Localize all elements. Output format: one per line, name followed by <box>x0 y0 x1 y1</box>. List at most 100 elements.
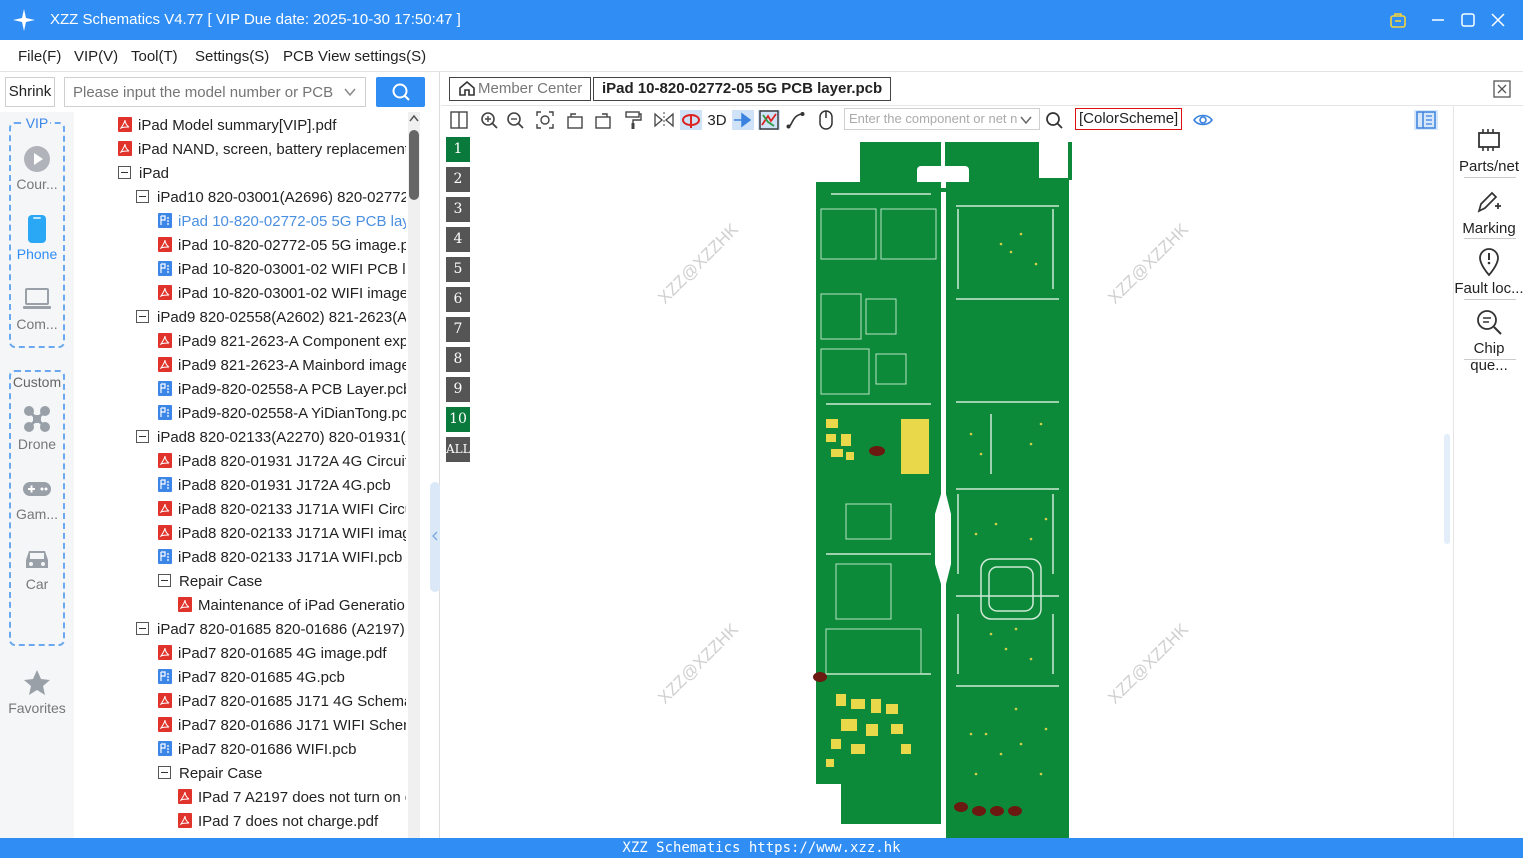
rotate-left-icon[interactable] <box>565 110 585 130</box>
pcb-board[interactable] <box>801 134 1101 838</box>
tree-file[interactable]: iPad Model summary[VIP].pdf <box>118 114 336 138</box>
chevron-down-icon[interactable] <box>343 85 357 99</box>
tree-folder[interactable]: iPad <box>118 162 169 186</box>
collapse-toggle-icon[interactable] <box>136 310 149 323</box>
paint-roller-icon[interactable] <box>623 110 643 130</box>
menu-vip[interactable]: VIP(V) <box>74 48 118 65</box>
tree-file[interactable]: iPad9 821-2623-A Mainbord image <box>158 354 406 378</box>
close-all-tabs-icon[interactable] <box>1493 80 1511 103</box>
search-button[interactable] <box>376 77 425 107</box>
zoom-out-icon[interactable] <box>505 110 525 130</box>
tree-file[interactable]: iPad7 820-01685 4G image.pdf <box>158 642 386 666</box>
tree-file[interactable]: iPad7 820-01685 J171 4G Schemat <box>158 690 406 714</box>
zoom-in-icon[interactable] <box>479 110 499 130</box>
tree-file[interactable]: iPad8 820-01931 J172A 4G.pcb <box>158 474 391 498</box>
fault-location-button[interactable]: Fault loc... <box>1454 244 1523 297</box>
tree-folder[interactable]: Repair Case <box>158 762 262 786</box>
maximize-button[interactable] <box>1455 7 1481 33</box>
tree-file[interactable]: iPad8 820-02133 J171A WIFI.pcb <box>158 546 402 570</box>
tree-file[interactable]: iPad8 820-02133 J171A WIFI Circui <box>158 498 406 522</box>
category-car[interactable]: Car <box>0 544 74 592</box>
category-course[interactable]: Cour... <box>0 144 74 192</box>
layer-map-icon[interactable] <box>758 110 780 130</box>
collapse-left-handle[interactable] <box>430 482 440 592</box>
tree-file[interactable]: iPad 10-820-03001-02 WIFI PCB lay <box>158 258 406 282</box>
layer-button-3[interactable]: 3 <box>446 197 470 222</box>
pin-mode-icon[interactable] <box>732 110 754 130</box>
layer-button-1[interactable]: 1 <box>446 137 470 162</box>
tree-folder[interactable]: iPad7 820-01685 820-01686 (A2197) ( <box>136 618 406 642</box>
marking-button[interactable]: Marking <box>1454 184 1523 237</box>
layer-button-5[interactable]: 5 <box>446 257 470 282</box>
pcb-canvas[interactable]: 1 2 3 4 5 6 7 8 9 10 ALL XZZ@XZZHK XZZ@XZZHK XZZ@X… <box>441 134 1450 838</box>
category-phone[interactable]: Phone <box>0 214 74 262</box>
tree-file[interactable]: iPad7 820-01686 J171 WIFI Schema <box>158 714 406 738</box>
tree-folder[interactable]: iPad10 820-03001(A2696) 820-02772( <box>136 186 406 210</box>
split-view-icon[interactable] <box>449 110 469 130</box>
menu-settings[interactable]: Settings(S) <box>195 48 269 65</box>
collapse-toggle-icon[interactable] <box>136 430 149 443</box>
minimize-button[interactable] <box>1425 7 1451 33</box>
category-computer[interactable]: Com... <box>0 284 74 332</box>
tree-file[interactable]: iPad7 820-01686 WIFI.pcb <box>158 738 356 762</box>
close-button[interactable] <box>1485 7 1511 33</box>
collapse-toggle-icon[interactable] <box>158 766 171 779</box>
category-game[interactable]: Gam... <box>0 474 74 522</box>
tree-folder[interactable]: Repair Case <box>158 570 262 594</box>
menu-tool[interactable]: Tool(T) <box>131 48 178 65</box>
net-highlight-icon[interactable] <box>680 110 702 130</box>
tree-file[interactable]: iPad 10-820-02772-05 5G PCB laye <box>158 210 406 234</box>
layer-button-4[interactable]: 4 <box>446 227 470 252</box>
view-3d-button[interactable]: 3D <box>705 110 729 130</box>
model-search-combo[interactable] <box>64 77 366 107</box>
layer-button-2[interactable]: 2 <box>446 167 470 192</box>
collapse-toggle-icon[interactable] <box>136 190 149 203</box>
tab-pcb-file[interactable]: iPad 10-820-02772-05 5G PCB layer.pcb <box>593 77 892 101</box>
category-drone[interactable]: Drone <box>0 404 74 452</box>
chip-query-button[interactable]: Chip que... <box>1454 304 1523 374</box>
tree-file[interactable]: iPad9 821-2623-A Component exp <box>158 330 406 354</box>
layer-button-6[interactable]: 6 <box>446 287 470 312</box>
layer-button-9[interactable]: 9 <box>446 377 470 402</box>
tree-folder[interactable]: iPad8 820-02133(A2270) 820-01931(A <box>136 426 406 450</box>
layer-button-7[interactable]: 7 <box>446 317 470 342</box>
tree-file[interactable]: IPad 7 A2197 does not turn on d <box>178 786 406 810</box>
mouse-mode-icon[interactable] <box>816 110 836 130</box>
menu-file[interactable]: File(F) <box>18 48 61 65</box>
component-search-icon[interactable] <box>1044 110 1064 130</box>
layer-button-10[interactable]: 10 <box>446 407 470 432</box>
colorscheme-button[interactable]: [ColorScheme] <box>1075 108 1183 130</box>
fit-view-icon[interactable] <box>535 110 555 130</box>
collapse-toggle-icon[interactable] <box>136 622 149 635</box>
parts-net-button[interactable]: Parts/net <box>1454 122 1523 175</box>
panel-toggle-icon[interactable] <box>1414 110 1438 130</box>
rotate-right-icon[interactable] <box>593 110 613 130</box>
tab-member-center[interactable]: Member Center <box>449 77 592 101</box>
tree-file[interactable]: iPad 10-820-03001-02 WIFI image. <box>158 282 406 306</box>
tree-file[interactable]: iPad8 820-02133 J171A WIFI image <box>158 522 406 546</box>
collapse-right-handle[interactable] <box>1444 434 1450 544</box>
tree-file[interactable]: iPad9-820-02558-A PCB Layer.pcb <box>158 378 406 402</box>
shrink-button[interactable]: Shrink <box>5 77 55 107</box>
tree-file[interactable]: iPad NAND, screen, battery replacement <box>118 138 406 162</box>
model-search-input[interactable] <box>65 78 335 106</box>
vip-bag-icon[interactable] <box>1385 7 1411 33</box>
chevron-down-icon[interactable] <box>1019 113 1033 131</box>
component-search-input[interactable]: Enter the component or net n <box>844 108 1040 130</box>
tree-file[interactable]: iPad7 820-01685 4G.pcb <box>158 666 345 690</box>
menu-pcb-view-settings[interactable]: PCB View settings(S) <box>283 48 426 65</box>
tree-file[interactable]: Maintenance of iPad Generatio <box>178 594 405 618</box>
tree-file[interactable]: iPad9-820-02558-A YiDianTong.pc <box>158 402 406 426</box>
tree-file[interactable]: iPad 10-820-02772-05 5G image.pc <box>158 234 406 258</box>
eye-icon[interactable] <box>1193 110 1213 130</box>
tree-folder[interactable]: iPad9 820-02558(A2602) 821-2623(A2 <box>136 306 406 330</box>
tree-scroll-thumb[interactable] <box>409 130 419 200</box>
layer-button-8[interactable]: 8 <box>446 347 470 372</box>
tree-file[interactable]: IPad 7 does not charge.pdf <box>178 810 378 834</box>
favorites[interactable]: Favorites <box>0 668 74 716</box>
collapse-toggle-icon[interactable] <box>158 574 171 587</box>
tree-scrollbar[interactable] <box>408 112 420 838</box>
collapse-toggle-icon[interactable] <box>118 166 131 179</box>
mirror-icon[interactable] <box>654 110 674 130</box>
trace-icon[interactable] <box>786 110 806 130</box>
